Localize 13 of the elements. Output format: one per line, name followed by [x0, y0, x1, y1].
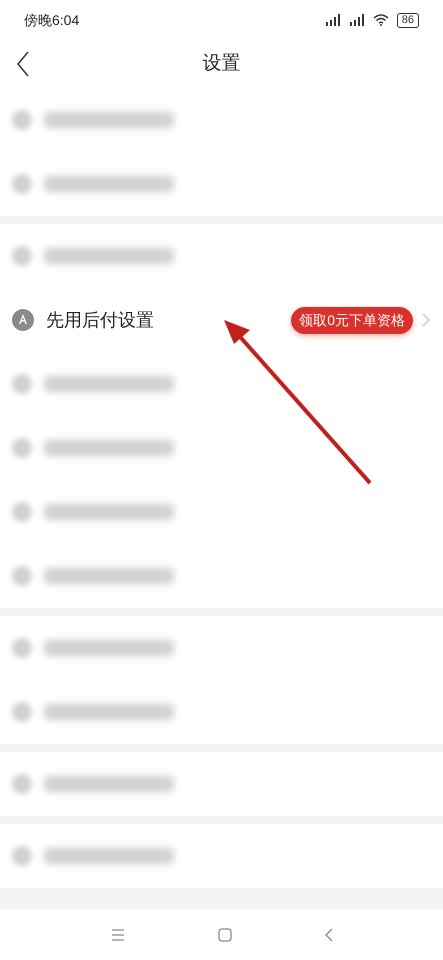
- menu-icon[interactable]: [110, 929, 124, 941]
- signal-icon: [348, 14, 365, 26]
- chevron-right-icon: [421, 312, 431, 328]
- status-time: 傍晚6:04: [24, 10, 80, 30]
- setting-label: 先用后付设置: [46, 308, 154, 332]
- promo-badge[interactable]: 领取0元下单资格: [291, 306, 413, 334]
- wifi-icon: [372, 14, 389, 26]
- battery-indicator: 86: [396, 12, 419, 28]
- home-icon[interactable]: [218, 928, 232, 942]
- back-icon[interactable]: [16, 51, 30, 77]
- page-title: 设置: [202, 52, 240, 76]
- signal-icon: [324, 14, 341, 26]
- settings-icon: [12, 309, 34, 331]
